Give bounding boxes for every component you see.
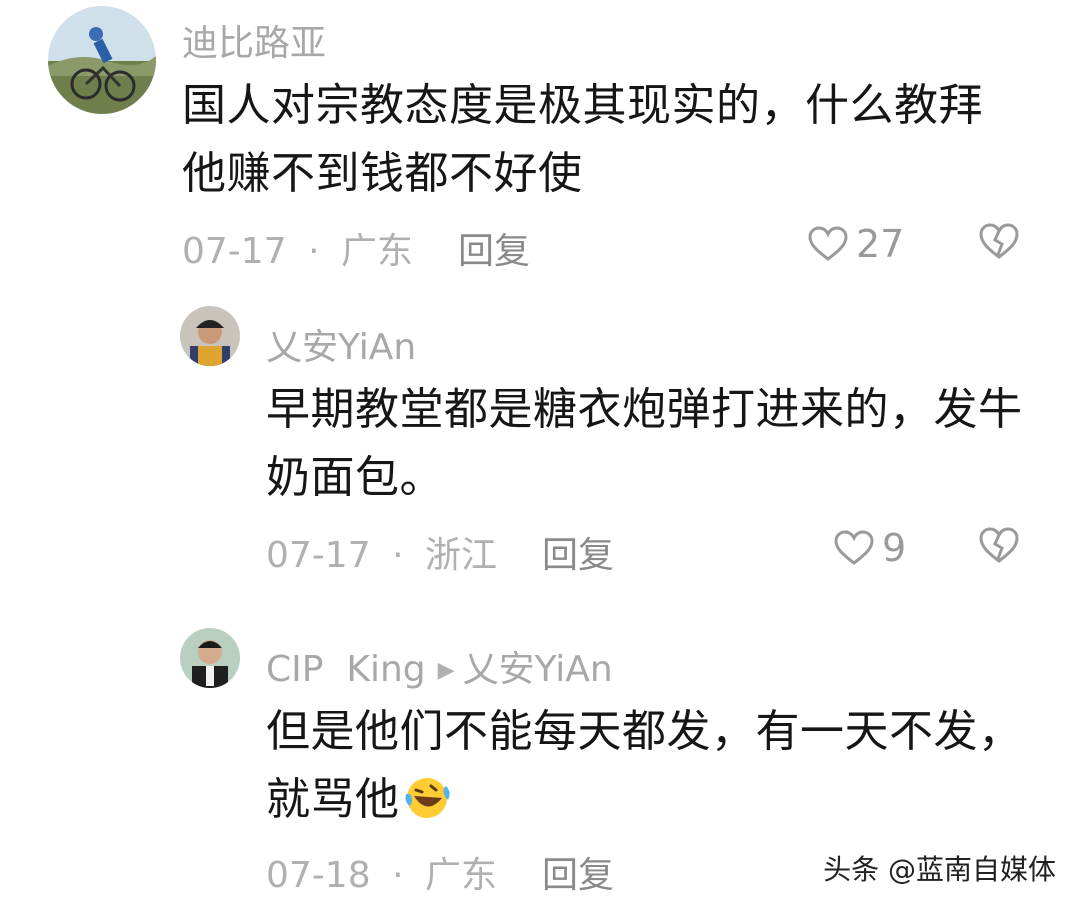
avatar-yian[interactable] — [180, 306, 240, 366]
watermark: 头条 @蓝南自媒体 — [823, 853, 1056, 886]
reply-arrow-icon: ▶ — [437, 658, 455, 683]
like-count: 27 — [856, 222, 905, 266]
username[interactable]: CIP King — [266, 649, 426, 690]
comment-text-line: 就骂他 — [266, 766, 1056, 834]
comment-text-line: 早期教堂都是糖衣炮弹打进来的，发牛 — [266, 384, 1023, 435]
reply-to-username[interactable]: 乂安YiAn — [463, 649, 613, 690]
username-line: CIP King ▶ 乂安YiAn — [266, 640, 613, 692]
broken-heart-icon — [979, 527, 1019, 563]
avatar-cip-king[interactable] — [180, 628, 240, 688]
like-button[interactable]: 9 — [834, 526, 906, 570]
meta-separator: · — [392, 855, 404, 896]
broken-heart-icon — [979, 223, 1019, 259]
comment-thread: 迪比路亚 国人对宗教态度是极其现实的，什么教拜 他赚不到钱都不好使 07-17 … — [0, 0, 1080, 906]
comment-text-line: 奶面包。 — [266, 452, 444, 503]
meta-separator: · — [308, 231, 320, 272]
like-count: 9 — [882, 526, 907, 570]
username[interactable]: 迪比路亚 — [182, 14, 326, 66]
meta-separator: · — [392, 535, 404, 576]
person-avatar-image — [180, 306, 240, 366]
comment-date: 07-18 — [266, 855, 371, 896]
dislike-button[interactable] — [978, 526, 1020, 568]
reply-button[interactable]: 回复 — [542, 526, 614, 578]
username[interactable]: 乂安YiAn — [266, 318, 416, 370]
reply-button[interactable]: 回复 — [542, 846, 614, 898]
comment-date: 07-17 — [182, 231, 287, 272]
comment-location: 广东 — [424, 855, 497, 896]
comment-location: 广东 — [340, 231, 413, 272]
reply-button[interactable]: 回复 — [458, 222, 530, 274]
cyclist-avatar-image — [48, 6, 156, 114]
heart-icon — [834, 530, 874, 565]
comment-text-line: 但是他们不能每天都发，有一天不发， — [266, 706, 1023, 757]
dislike-button[interactable] — [978, 222, 1020, 264]
person-avatar-image — [180, 628, 240, 688]
laugh-cry-emoji-icon — [405, 778, 450, 818]
comment-meta: 07-17 · 广东 — [182, 222, 413, 274]
comment-text: 早期教堂都是糖衣炮弹打进来的，发牛 奶面包。 — [266, 376, 1046, 512]
comment-text-line: 国人对宗教态度是极其现实的，什么教拜 — [182, 80, 983, 131]
comment-meta: 07-18 · 广东 — [266, 846, 497, 898]
comment-text-line: 他赚不到钱都不好使 — [182, 148, 583, 199]
comment-text-fragment: 就骂他 — [266, 774, 400, 825]
heart-icon — [808, 226, 848, 261]
comment-text: 但是他们不能每天都发，有一天不发， 就骂他 — [266, 698, 1056, 834]
comment-text: 国人对宗教态度是极其现实的，什么教拜 他赚不到钱都不好使 — [182, 72, 1042, 208]
comment-meta: 07-17 · 浙江 — [266, 526, 497, 578]
like-button[interactable]: 27 — [808, 222, 904, 266]
avatar-dibiluya[interactable] — [48, 6, 156, 114]
comment-location: 浙江 — [424, 535, 497, 576]
comment-date: 07-17 — [266, 535, 371, 576]
